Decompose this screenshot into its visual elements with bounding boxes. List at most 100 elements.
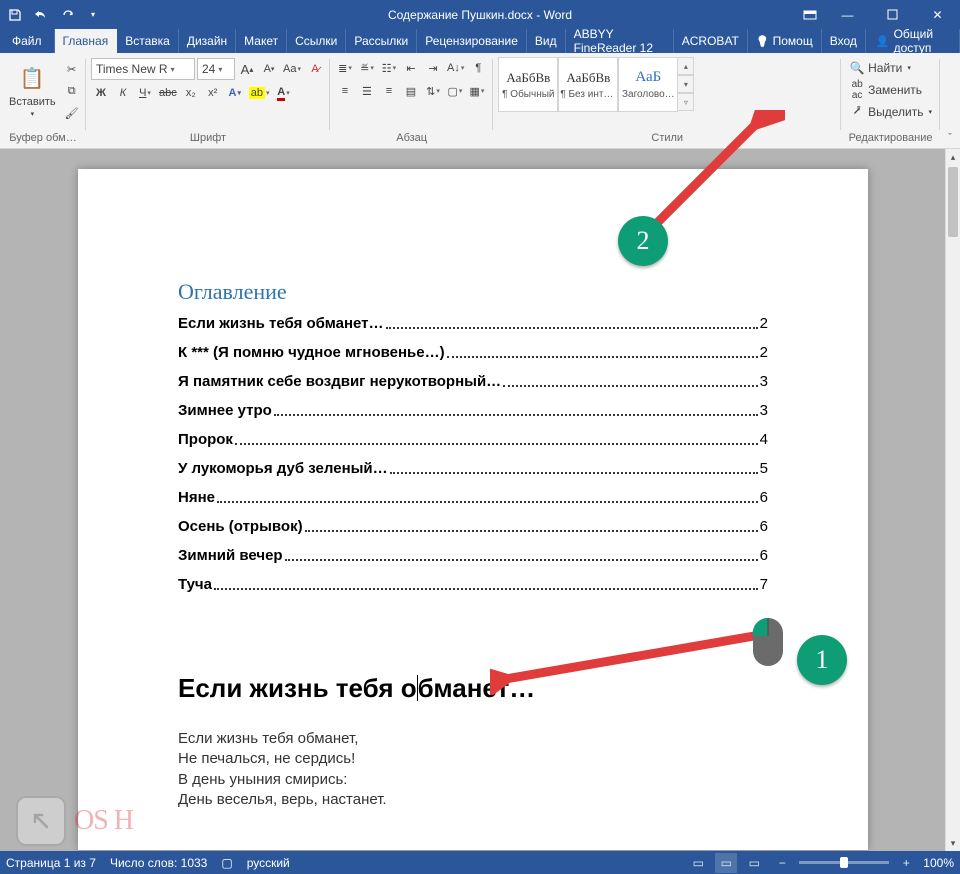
shading-icon[interactable]: ▢ (445, 81, 465, 101)
strike-button[interactable]: abc (157, 83, 179, 103)
zoom-in-button[interactable]: + (895, 853, 917, 873)
bullets-icon[interactable]: ≣ (335, 58, 355, 78)
align-right-icon[interactable]: ≡ (379, 81, 399, 101)
copy-icon[interactable]: ⧉ (62, 81, 82, 101)
format-painter-icon[interactable]: 🖌 (62, 103, 82, 123)
zoom-level[interactable]: 100% (923, 856, 954, 870)
toc-item-title: Если жизнь тебя обманет… (178, 315, 384, 332)
group-paragraph: ≣ ≝ ☷ ⇤ ⇥ A↓ ¶ ≡ ☰ ≡ ▤ ⇅ ▢ ▦ Абзац (330, 53, 493, 148)
undo-icon[interactable] (29, 3, 53, 27)
tab-design[interactable]: Дизайн (179, 29, 236, 53)
tab-abbyy[interactable]: ABBYY FineReader 12 (566, 29, 674, 53)
view-read-icon[interactable]: ▭ (687, 853, 709, 873)
borders-icon[interactable]: ▦ (467, 81, 487, 101)
paste-button[interactable]: 📋 Вставить ▾ (5, 57, 60, 123)
highlight-icon[interactable]: ab (247, 83, 272, 103)
shrink-font-icon[interactable]: A▾ (259, 59, 279, 79)
sign-in[interactable]: Вход (822, 29, 866, 53)
tab-review[interactable]: Рецензирование (417, 29, 527, 53)
tab-mailings[interactable]: Рассылки (346, 29, 417, 53)
tab-insert[interactable]: Вставка (117, 29, 179, 53)
justify-icon[interactable]: ▤ (401, 81, 421, 101)
sort-icon[interactable]: A↓ (445, 58, 466, 78)
status-language[interactable]: русский (247, 856, 290, 870)
tab-view[interactable]: Вид (527, 29, 566, 53)
tab-layout[interactable]: Макет (236, 29, 287, 53)
style-no-spacing[interactable]: АаБбВв ¶ Без инте… (558, 57, 618, 112)
numbering-icon[interactable]: ≝ (357, 58, 377, 78)
align-center-icon[interactable]: ☰ (357, 81, 377, 101)
font-family-combo[interactable]: Times New R▾ (91, 58, 195, 80)
tab-home[interactable]: Главная (55, 29, 118, 53)
clear-format-icon[interactable]: A̷ (305, 59, 325, 79)
toc-item-page: 6 (760, 518, 768, 535)
toc-item[interactable]: Если жизнь тебя обманет…2 (178, 315, 768, 332)
minimize-button[interactable]: — (825, 0, 870, 29)
vertical-scrollbar[interactable]: ▴ ▾ (945, 149, 960, 851)
body-text[interactable]: Если жизнь тебя обманет, Не печалься, не… (178, 729, 768, 810)
qat-customize-icon[interactable]: ▾ (81, 3, 105, 27)
collapse-ribbon-icon[interactable]: ˇ (940, 53, 960, 148)
tab-acrobat[interactable]: ACROBAT (674, 29, 748, 53)
zoom-out-button[interactable]: − (771, 853, 793, 873)
scroll-up-icon[interactable]: ▴ (946, 149, 960, 165)
redo-icon[interactable] (55, 3, 79, 27)
tell-me[interactable]: Помощ (748, 29, 822, 53)
bold-button[interactable]: Ж (91, 83, 111, 103)
view-web-icon[interactable]: ▭ (743, 853, 765, 873)
align-left-icon[interactable]: ≡ (335, 81, 355, 101)
select-button[interactable]: ⭷Выделить▾ (846, 101, 935, 123)
tab-file[interactable]: Файл (0, 29, 55, 53)
toc-item[interactable]: Туча7 (178, 576, 768, 593)
status-proof-icon[interactable]: ▢ (221, 856, 232, 870)
font-size-combo[interactable]: 24▾ (197, 58, 235, 80)
status-page[interactable]: Страница 1 из 7 (6, 856, 96, 870)
save-icon[interactable] (3, 3, 27, 27)
view-print-icon[interactable]: ▭ (715, 853, 737, 873)
tab-references[interactable]: Ссылки (287, 29, 346, 53)
italic-button[interactable]: К (113, 83, 133, 103)
styles-row-up[interactable]: ▴ (677, 57, 694, 75)
line-spacing-icon[interactable]: ⇅ (423, 81, 443, 101)
toc-item[interactable]: Зимнее утро3 (178, 402, 768, 419)
pilcrow-icon[interactable]: ¶ (468, 58, 488, 78)
text-effects-icon[interactable]: A (225, 83, 245, 103)
font-color-icon[interactable]: A (274, 83, 294, 103)
toc-item-title: У лукоморья дуб зеленый… (178, 460, 388, 477)
status-words[interactable]: Число слов: 1033 (110, 856, 207, 870)
close-button[interactable]: ✕ (915, 0, 960, 29)
toc-item[interactable]: У лукоморья дуб зеленый…5 (178, 460, 768, 477)
style-heading1[interactable]: АаБ Заголово… (618, 57, 678, 112)
ribbon-options-icon[interactable] (795, 0, 825, 29)
styles-expand[interactable]: ▿ (677, 93, 694, 111)
toc-item[interactable]: Няне6 (178, 489, 768, 506)
share-button[interactable]: Общий доступ (866, 29, 960, 53)
scroll-down-icon[interactable]: ▾ (946, 835, 960, 851)
status-bar: Страница 1 из 7 Число слов: 1033 ▢ русск… (0, 851, 960, 874)
style-normal[interactable]: АаБбВв ¶ Обычный (498, 57, 558, 112)
cut-icon[interactable]: ✂ (62, 59, 82, 79)
toc-item[interactable]: Зимний вечер6 (178, 547, 768, 564)
replace-button[interactable]: abacЗаменить (846, 79, 935, 101)
indent-dec-icon[interactable]: ⇤ (401, 58, 421, 78)
heading-1[interactable]: Если жизнь тебя обманет… (178, 673, 768, 704)
underline-button[interactable]: Ч (135, 83, 155, 103)
superscript-button[interactable]: x² (203, 83, 223, 103)
maximize-button[interactable] (870, 0, 915, 29)
multilevel-icon[interactable]: ☷ (379, 58, 399, 78)
zoom-slider[interactable] (799, 861, 889, 864)
document-area[interactable]: Оглавление Если жизнь тебя обманет…2К **… (0, 149, 945, 851)
subscript-button[interactable]: x₂ (181, 83, 201, 103)
scroll-thumb[interactable] (948, 167, 958, 237)
toc-item-title: Туча (178, 576, 212, 593)
page[interactable]: Оглавление Если жизнь тебя обманет…2К **… (78, 169, 868, 850)
change-case-icon[interactable]: Aa (281, 59, 303, 79)
toc-item[interactable]: Осень (отрывок)6 (178, 518, 768, 535)
styles-row-down[interactable]: ▾ (677, 75, 694, 93)
find-button[interactable]: 🔍Найти▾ (846, 57, 935, 79)
grow-font-icon[interactable]: A▴ (237, 59, 257, 79)
toc-item[interactable]: Пророк4 (178, 431, 768, 448)
toc-item[interactable]: Я памятник себе воздвиг нерукотворный…3 (178, 373, 768, 390)
toc-item[interactable]: К *** (Я помню чудное мгновенье…)2 (178, 344, 768, 361)
indent-inc-icon[interactable]: ⇥ (423, 58, 443, 78)
